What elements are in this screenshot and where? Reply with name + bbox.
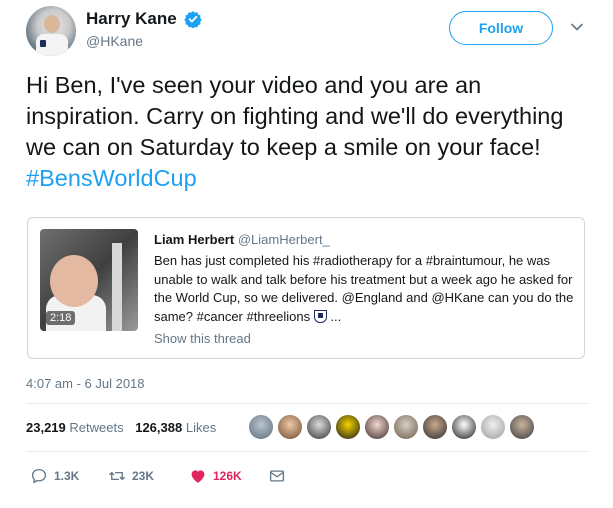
tweet-timestamp[interactable]: 4:07 am - 6 Jul 2018: [26, 376, 145, 391]
quoted-author-handle: @LiamHerbert_: [237, 232, 330, 247]
liker-avatar[interactable]: [306, 414, 332, 440]
retweets-stat[interactable]: 23,219 Retweets: [26, 420, 124, 435]
chevron-down-icon[interactable]: [570, 20, 584, 34]
thumbnail-child-head: [50, 255, 98, 307]
liker-avatar[interactable]: [509, 414, 535, 440]
divider: [26, 403, 588, 404]
retweets-count: 23,219: [26, 420, 66, 435]
quoted-tweet[interactable]: 2:18 Liam Herbert @LiamHerbert_ Ben has …: [27, 217, 585, 359]
england-crest-icon: [313, 309, 327, 323]
liker-avatar[interactable]: [393, 414, 419, 440]
hashtag-link[interactable]: #BensWorldCup: [26, 165, 197, 191]
quoted-tweet-text: Ben has just completed his #radiotherapy…: [154, 252, 574, 326]
likes-label: Likes: [185, 420, 217, 435]
divider: [26, 451, 588, 452]
reply-icon: [31, 468, 47, 484]
tweet-body: Hi Ben, I've seen your video and you are…: [26, 72, 564, 160]
tweet-header: Harry Kane @HKane Follow: [26, 6, 596, 56]
reply-action[interactable]: 1.3K: [30, 466, 79, 486]
likes-stat[interactable]: 126,388 Likes: [135, 420, 216, 435]
like-count: 126K: [213, 469, 242, 483]
avatar[interactable]: [26, 6, 76, 56]
author-name[interactable]: Harry Kane: [86, 9, 177, 29]
video-duration: 2:18: [46, 311, 76, 325]
liker-avatar[interactable]: [422, 414, 448, 440]
liker-avatar[interactable]: [364, 414, 390, 440]
quoted-tweet-header: Liam Herbert @LiamHerbert_: [154, 232, 330, 247]
author-handle[interactable]: @HKane: [86, 33, 202, 49]
avatar-crest: [40, 40, 46, 47]
follow-button[interactable]: Follow: [449, 11, 553, 45]
thumbnail-background-post: [112, 243, 122, 331]
like-action[interactable]: 126K: [189, 466, 242, 486]
direct-message-action[interactable]: [268, 466, 286, 486]
retweets-label: Retweets: [69, 420, 124, 435]
quoted-tweet-body: Ben has just completed his #radiotherapy…: [154, 253, 574, 324]
quoted-tweet-ellipsis: ...: [330, 308, 342, 324]
liker-avatar[interactable]: [451, 414, 477, 440]
envelope-icon: [269, 470, 285, 482]
author-block[interactable]: Harry Kane @HKane: [86, 9, 202, 49]
video-thumbnail[interactable]: 2:18: [40, 229, 138, 331]
show-thread-link[interactable]: Show this thread: [154, 331, 251, 346]
liker-avatar[interactable]: [248, 414, 274, 440]
quoted-author-name: Liam Herbert: [154, 232, 235, 247]
verified-badge-icon: [184, 11, 202, 28]
retweet-icon: [109, 471, 125, 481]
liker-avatar[interactable]: [480, 414, 506, 440]
avatar-face: [44, 15, 60, 33]
liker-avatar[interactable]: [335, 414, 361, 440]
retweet-action[interactable]: 23K: [108, 466, 154, 486]
engagement-stats: 23,219 Retweets 126,388 Likes: [26, 420, 216, 435]
likes-count: 126,388: [135, 420, 183, 435]
heart-icon: [191, 470, 205, 483]
retweet-count: 23K: [132, 469, 155, 483]
tweet-text: Hi Ben, I've seen your video and you are…: [26, 70, 586, 194]
liker-avatar[interactable]: [277, 414, 303, 440]
reply-count: 1.3K: [54, 469, 80, 483]
